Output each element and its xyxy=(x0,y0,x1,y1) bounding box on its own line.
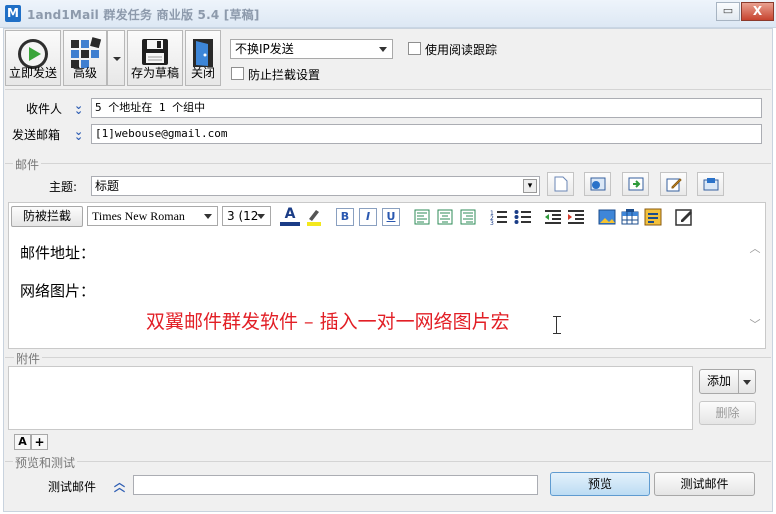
mail-section-title: 邮件 xyxy=(13,156,42,173)
scroll-up-icon[interactable]: ︿ xyxy=(749,240,761,255)
anti-block-settings-label: 防止拦截设置 xyxy=(248,68,321,82)
mail-section-line xyxy=(5,163,771,164)
sender-field[interactable]: [1]webouse@gmail.com xyxy=(91,124,762,144)
double-chevron-down-icon-lower: ⌄ xyxy=(74,104,84,117)
editor-line-image: 网络图片： xyxy=(20,282,96,300)
text-cursor-icon xyxy=(556,316,558,334)
preview-section-title: 预览和测试 xyxy=(13,454,78,471)
chevron-down-icon xyxy=(743,380,751,385)
ip-mode-value: 不换IP发送 xyxy=(235,42,294,56)
split-divider xyxy=(738,370,739,393)
advanced-label: 高级 xyxy=(72,66,97,80)
preview-button[interactable]: 预览 xyxy=(550,472,650,496)
import-button[interactable] xyxy=(622,172,649,196)
edit-html-icon[interactable] xyxy=(675,208,693,226)
close-task-label: 关闭 xyxy=(190,66,215,80)
preview-section-line xyxy=(5,461,771,462)
open-html-button[interactable] xyxy=(584,172,611,196)
send-test-button[interactable]: 测试邮件 xyxy=(654,472,755,496)
align-right-icon[interactable] xyxy=(460,209,476,225)
save-draft-label: 存为草稿 xyxy=(130,66,179,80)
font-size-plus-button[interactable]: + xyxy=(31,434,48,450)
close-task-button[interactable]: 关闭 xyxy=(185,30,221,86)
send-now-button[interactable]: 立即发送 xyxy=(5,30,61,86)
ordered-list-icon[interactable]: 123 xyxy=(490,209,508,225)
subject-macro-icon[interactable]: ▾ xyxy=(523,179,537,193)
document-icon xyxy=(554,176,568,192)
indent-icon[interactable] xyxy=(567,209,585,225)
advanced-dropdown-button[interactable] xyxy=(107,30,125,86)
align-center-icon[interactable] xyxy=(437,209,453,225)
sender-double-chevron-icon-lower: ⌄ xyxy=(74,130,84,143)
app-logo-icon: M xyxy=(5,5,21,22)
chevron-down-icon xyxy=(113,57,121,61)
subject-label: 主题: xyxy=(49,180,78,194)
highlighter-icon[interactable] xyxy=(305,207,323,227)
bold-icon[interactable]: B xyxy=(336,208,354,226)
font-family-select[interactable]: Times New Roman xyxy=(87,206,218,226)
add-attachment-button[interactable]: 添加 xyxy=(699,369,756,394)
cursor-top xyxy=(553,316,561,317)
recipients-field[interactable]: 5 个地址在 1 个组中 xyxy=(91,98,762,118)
font-size-a-button[interactable]: A xyxy=(14,434,31,450)
export-button[interactable] xyxy=(697,172,724,196)
insert-table-icon[interactable] xyxy=(621,208,639,226)
minimize-button[interactable]: ▭ xyxy=(716,2,740,21)
add-attachment-label: 添加 xyxy=(707,374,732,388)
read-tracking-checkbox[interactable] xyxy=(408,42,421,55)
font-color-icon[interactable]: A xyxy=(280,206,300,226)
insert-macro-icon[interactable] xyxy=(644,208,662,226)
attachment-list[interactable] xyxy=(8,366,693,430)
advanced-button[interactable]: 高级 xyxy=(63,30,107,86)
test-email-field[interactable] xyxy=(133,475,538,495)
attachments-section-title: 附件 xyxy=(14,350,43,367)
import-icon xyxy=(628,177,644,191)
delete-attachment-button[interactable]: 删除 xyxy=(699,401,756,425)
recipients-label: 收件人 xyxy=(26,102,63,116)
font-size-value: 3 (12 xyxy=(227,209,259,223)
chevron-down-icon xyxy=(379,47,387,52)
save-draft-button[interactable]: 存为草稿 xyxy=(127,30,183,86)
chevron-down-icon xyxy=(257,214,265,219)
align-left-icon[interactable] xyxy=(414,209,430,225)
edit-icon xyxy=(666,178,682,192)
chevron-down-icon xyxy=(204,214,212,219)
anti-block-checkbox[interactable] xyxy=(231,67,244,80)
insert-image-icon[interactable] xyxy=(598,208,616,226)
attachments-section-line xyxy=(5,357,771,358)
outdent-icon[interactable] xyxy=(544,209,562,225)
toolbar-divider xyxy=(5,89,771,90)
browser-icon xyxy=(590,177,606,191)
svg-text:3: 3 xyxy=(490,220,494,225)
read-tracking-label: 使用阅读跟踪 xyxy=(425,43,498,57)
window-title: 1and1Mail 群发任务 商业版 5.4 [草稿] xyxy=(27,8,260,22)
subject-field[interactable]: 标题 xyxy=(91,176,540,196)
scroll-down-icon[interactable]: ﹀ xyxy=(749,316,761,331)
font-size-select[interactable]: 3 (12 xyxy=(222,206,271,226)
cursor-bottom xyxy=(553,333,561,334)
anti-block-button[interactable]: 防被拦截 xyxy=(11,206,83,227)
send-now-label: 立即发送 xyxy=(8,66,57,80)
ip-mode-select[interactable]: 不换IP发送 xyxy=(230,39,393,59)
italic-icon[interactable]: I xyxy=(359,208,377,226)
font-family-value: Times New Roman xyxy=(92,209,185,223)
promo-text: 双翼邮件群发软件 – 插入一对一网络图片宏 xyxy=(146,311,510,333)
underline-icon[interactable]: U xyxy=(382,208,400,226)
close-icon: X xyxy=(752,4,763,18)
minimize-icon: ▭ xyxy=(722,4,734,17)
new-document-button[interactable] xyxy=(547,172,574,196)
sender-label: 发送邮箱 xyxy=(12,128,61,142)
floppy-disk-icon xyxy=(142,39,168,65)
editor-line-email: 邮件地址： xyxy=(20,244,96,262)
bullet-list-icon[interactable] xyxy=(514,209,532,225)
test-email-label: 测试邮件 xyxy=(48,480,97,494)
close-window-button[interactable]: X xyxy=(741,2,774,21)
double-chevron-up-icon-lower: ︿ xyxy=(114,481,125,494)
edit-source-button[interactable] xyxy=(660,172,687,196)
export-icon xyxy=(703,178,719,191)
